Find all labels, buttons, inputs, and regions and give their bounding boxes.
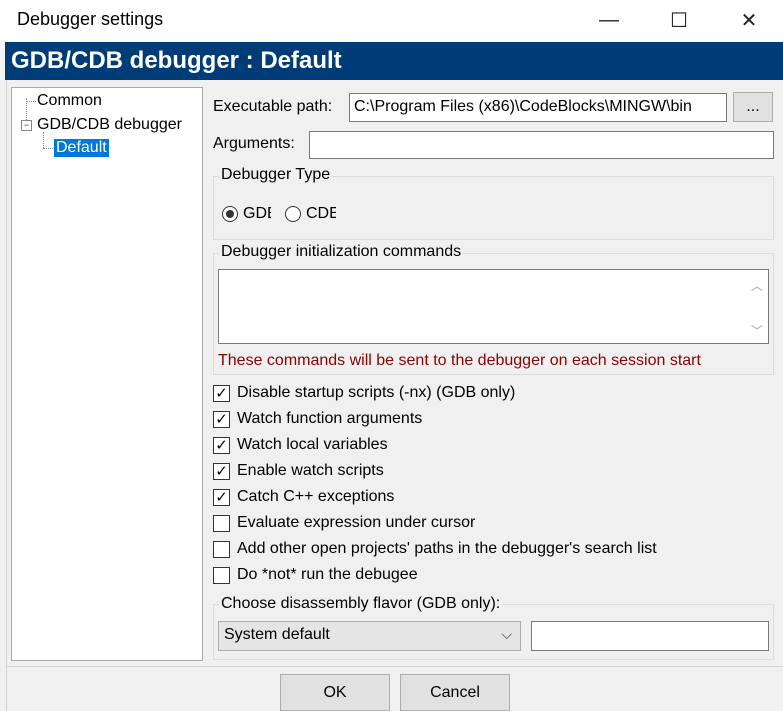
checkbox-unchecked-icon[interactable] — [213, 540, 230, 558]
ok-button-label: OK — [323, 683, 347, 701]
tree-connector — [43, 148, 53, 149]
option-checkbox-label: Watch local variables — [237, 436, 388, 453]
tree-connector — [43, 132, 44, 148]
option-checkbox-label: Disable startup scripts (-nx) (GDB only) — [237, 384, 516, 401]
minimize-icon: — — [599, 8, 619, 31]
tree-item-label: Common — [37, 92, 102, 109]
radio-gde[interactable]: GDE — [222, 205, 271, 223]
option-checkbox[interactable]: ✓ Watch function arguments — [213, 410, 422, 428]
option-checkbox[interactable]: ✓ Watch local variables — [213, 436, 388, 454]
minimize-button[interactable]: — — [579, 0, 639, 40]
cancel-button[interactable]: Cancel — [400, 674, 510, 711]
disassembly-title: Choose disassembly flavor (GDB only): — [219, 595, 503, 613]
checkbox-checked-icon[interactable]: ✓ — [213, 462, 230, 480]
scroll-up-icon[interactable]: ︿ — [748, 276, 766, 294]
option-checkbox-label: Watch function arguments — [237, 410, 423, 427]
scroll-down-icon[interactable]: ﹀ — [748, 321, 766, 339]
radio-cde-label: CDE — [306, 205, 336, 222]
arguments-input[interactable] — [309, 131, 774, 159]
checkbox-checked-icon[interactable]: ✓ — [213, 436, 230, 454]
close-icon: ✕ — [740, 9, 758, 32]
radio-selected-icon — [222, 206, 238, 222]
close-window-button[interactable]: ✕ — [719, 0, 779, 40]
radio-gde-label: GDE — [243, 205, 271, 222]
checkmark-icon: ✓ — [215, 384, 228, 402]
settings-tree[interactable]: Common − GDB/CDB debugger Default — [11, 87, 203, 661]
option-checkbox[interactable]: Add other open projects' paths in the de… — [213, 540, 657, 558]
browse-button[interactable]: ... — [733, 92, 773, 122]
ok-button[interactable]: OK — [280, 674, 390, 711]
background-window-edge-lower — [0, 80, 7, 711]
option-checkbox[interactable]: ✓ Catch C++ exceptions — [213, 488, 394, 506]
checkbox-checked-icon[interactable]: ✓ — [213, 410, 230, 428]
cancel-button-label: Cancel — [430, 683, 480, 701]
checkbox-checked-icon[interactable]: ✓ — [213, 384, 230, 402]
checkbox-unchecked-icon[interactable] — [213, 566, 230, 584]
disassembly-flavor-value: System default — [224, 626, 330, 643]
executable-path-label: Executable path: — [213, 98, 333, 115]
checkbox-checked-icon[interactable]: ✓ — [213, 488, 230, 506]
option-checkbox-label: Do *not* run the debugee — [237, 566, 418, 583]
maximize-icon: ☐ — [670, 9, 688, 32]
radio-unselected-icon — [285, 206, 301, 222]
expander-icon[interactable]: − — [21, 120, 32, 131]
checkmark-icon: ✓ — [215, 488, 228, 506]
checkmark-icon: ✓ — [215, 436, 228, 454]
option-checkbox-label: Evaluate expression under cursor — [237, 514, 476, 531]
option-checkbox[interactable]: ✓ Disable startup scripts (-nx) (GDB only… — [213, 384, 515, 402]
init-commands-title: Debugger initialization commands — [219, 243, 464, 261]
window-title: Debugger settings — [17, 9, 164, 29]
option-checkbox-label: Enable watch scripts — [237, 462, 384, 479]
tree-item-default[interactable]: Default — [54, 139, 109, 157]
debugger-type-title: Debugger Type — [219, 166, 333, 184]
settings-banner: GDB/CDB debugger : Default — [5, 42, 783, 80]
footer-separator — [7, 666, 783, 667]
tree-connector — [26, 101, 36, 102]
checkmark-icon: ✓ — [215, 410, 228, 428]
chevron-down-icon: ⌵ — [501, 626, 512, 642]
browse-button-label: ... — [746, 98, 760, 115]
tree-item-label: GDB/CDB debugger — [37, 116, 182, 133]
init-commands-note: These commands will be sent to the debug… — [218, 352, 701, 369]
radio-cde[interactable]: CDE — [285, 205, 336, 223]
banner-title: GDB/CDB debugger : Default — [11, 47, 342, 74]
init-commands-textarea[interactable]: ︿ ﹀ — [218, 269, 769, 344]
option-checkbox-label: Catch C++ exceptions — [237, 488, 395, 505]
tree-item-label: Default — [56, 139, 107, 156]
option-checkbox[interactable]: ✓ Enable watch scripts — [213, 462, 384, 480]
option-checkbox-label: Add other open projects' paths in the de… — [237, 540, 657, 557]
tree-item-gdb-cdb-debugger[interactable]: GDB/CDB debugger — [37, 116, 182, 134]
arguments-label: Arguments: — [213, 135, 295, 152]
option-checkbox[interactable]: Do *not* run the debugee — [213, 566, 418, 584]
disassembly-extra-input[interactable] — [531, 621, 769, 651]
checkbox-unchecked-icon[interactable] — [213, 514, 230, 532]
option-checkbox[interactable]: Evaluate expression under cursor — [213, 514, 475, 532]
disassembly-flavor-select[interactable]: System default ⌵ — [218, 621, 521, 651]
tree-item-common[interactable]: Common — [37, 92, 102, 110]
checkmark-icon: ✓ — [215, 462, 228, 480]
maximize-button[interactable]: ☐ — [649, 0, 709, 40]
executable-path-input[interactable]: C:\Program Files (x86)\CodeBlocks\MINGW\… — [349, 93, 727, 122]
